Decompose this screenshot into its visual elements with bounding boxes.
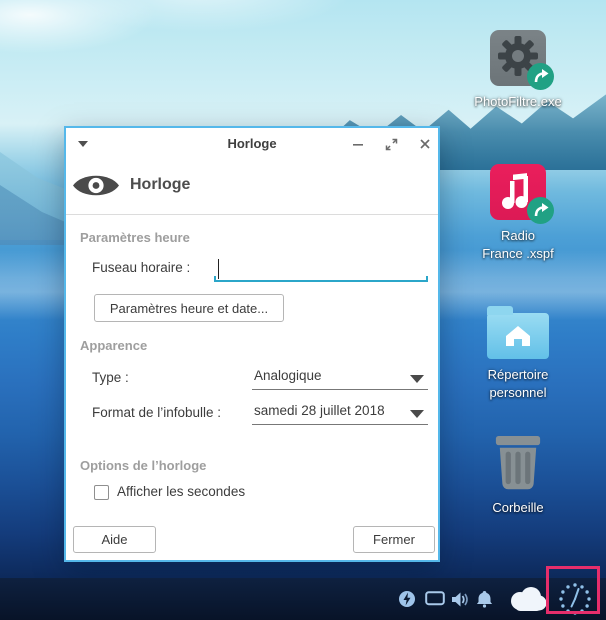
type-label: Type : [92, 370, 129, 385]
desktop-icon-label: PhotoFiltre.exe [474, 93, 561, 111]
datetime-settings-button[interactable]: Paramètres heure et date... [94, 294, 284, 322]
header-divider [66, 214, 438, 215]
section-heading-options: Options de l’horloge [80, 458, 206, 473]
radio-tile [490, 164, 546, 220]
shortcut-badge [527, 197, 554, 224]
close-button[interactable] [413, 132, 437, 156]
home-icon [504, 324, 532, 348]
section-heading-appearance: Apparence [80, 338, 147, 353]
desktop-icon-home[interactable]: Répertoire personnel [463, 305, 573, 402]
label-line: PhotoFiltre.exe [474, 93, 561, 111]
desktop-icon-trash[interactable]: Corbeille [463, 432, 573, 517]
help-button[interactable]: Aide [73, 526, 156, 553]
maximize-icon [385, 138, 398, 151]
show-seconds-checkbox[interactable] [94, 485, 109, 500]
notifications-icon[interactable] [473, 578, 495, 620]
label-line: Radio [482, 227, 554, 245]
desktop-icon-label: Corbeille [492, 499, 543, 517]
shortcut-arrow-icon [531, 201, 550, 220]
timezone-input[interactable] [214, 256, 428, 282]
show-seconds-label: Afficher les secondes [117, 484, 245, 499]
text-caret [218, 259, 219, 279]
chevron-down-icon [410, 375, 424, 383]
desktop-icon-radio-france[interactable]: Radio France .xspf [463, 164, 573, 263]
tooltip-format-label: Format de l’infobulle : [92, 405, 221, 420]
desktop-icon-label: Radio France .xspf [482, 227, 554, 263]
taskbar [0, 578, 606, 620]
volume-icon[interactable] [449, 578, 471, 620]
minimize-icon [352, 138, 364, 150]
shortcut-arrow-icon [531, 67, 550, 86]
power-manager-icon[interactable] [396, 578, 418, 620]
display-icon[interactable] [423, 578, 447, 620]
tooltip-format-value: samedi 28 juillet 2018 [254, 403, 385, 418]
highlight-box [546, 566, 600, 614]
clock-settings-window: Horloge [64, 126, 440, 562]
clouds [0, 0, 360, 90]
timezone-label: Fuseau horaire : [92, 260, 190, 275]
folder-icon [487, 313, 549, 359]
label-line: Corbeille [492, 499, 543, 517]
minimize-button[interactable] [346, 132, 370, 156]
section-heading-time: Paramètres heure [80, 230, 190, 245]
weather-cloud-icon[interactable] [505, 578, 549, 620]
label-line: France .xspf [482, 245, 554, 263]
desktop-icon-label: Répertoire personnel [488, 366, 549, 402]
app-title: Horloge [130, 176, 190, 194]
label-line: personnel [488, 384, 549, 402]
eye-icon [72, 170, 120, 206]
label-line: Répertoire [488, 366, 549, 384]
chevron-down-icon [410, 410, 424, 418]
trash-icon [492, 432, 544, 492]
window-titlebar[interactable]: Horloge [66, 128, 438, 160]
photofiltre-tile [490, 30, 546, 86]
close-icon [419, 138, 431, 150]
type-value: Analogique [254, 368, 322, 383]
desktop-icon-photofiltre[interactable]: PhotoFiltre.exe [463, 30, 573, 111]
close-dialog-button[interactable]: Fermer [353, 526, 435, 553]
shortcut-badge [527, 63, 554, 90]
type-dropdown[interactable]: Analogique [252, 366, 428, 390]
tooltip-format-dropdown[interactable]: samedi 28 juillet 2018 [252, 401, 428, 425]
maximize-button[interactable] [379, 132, 403, 156]
